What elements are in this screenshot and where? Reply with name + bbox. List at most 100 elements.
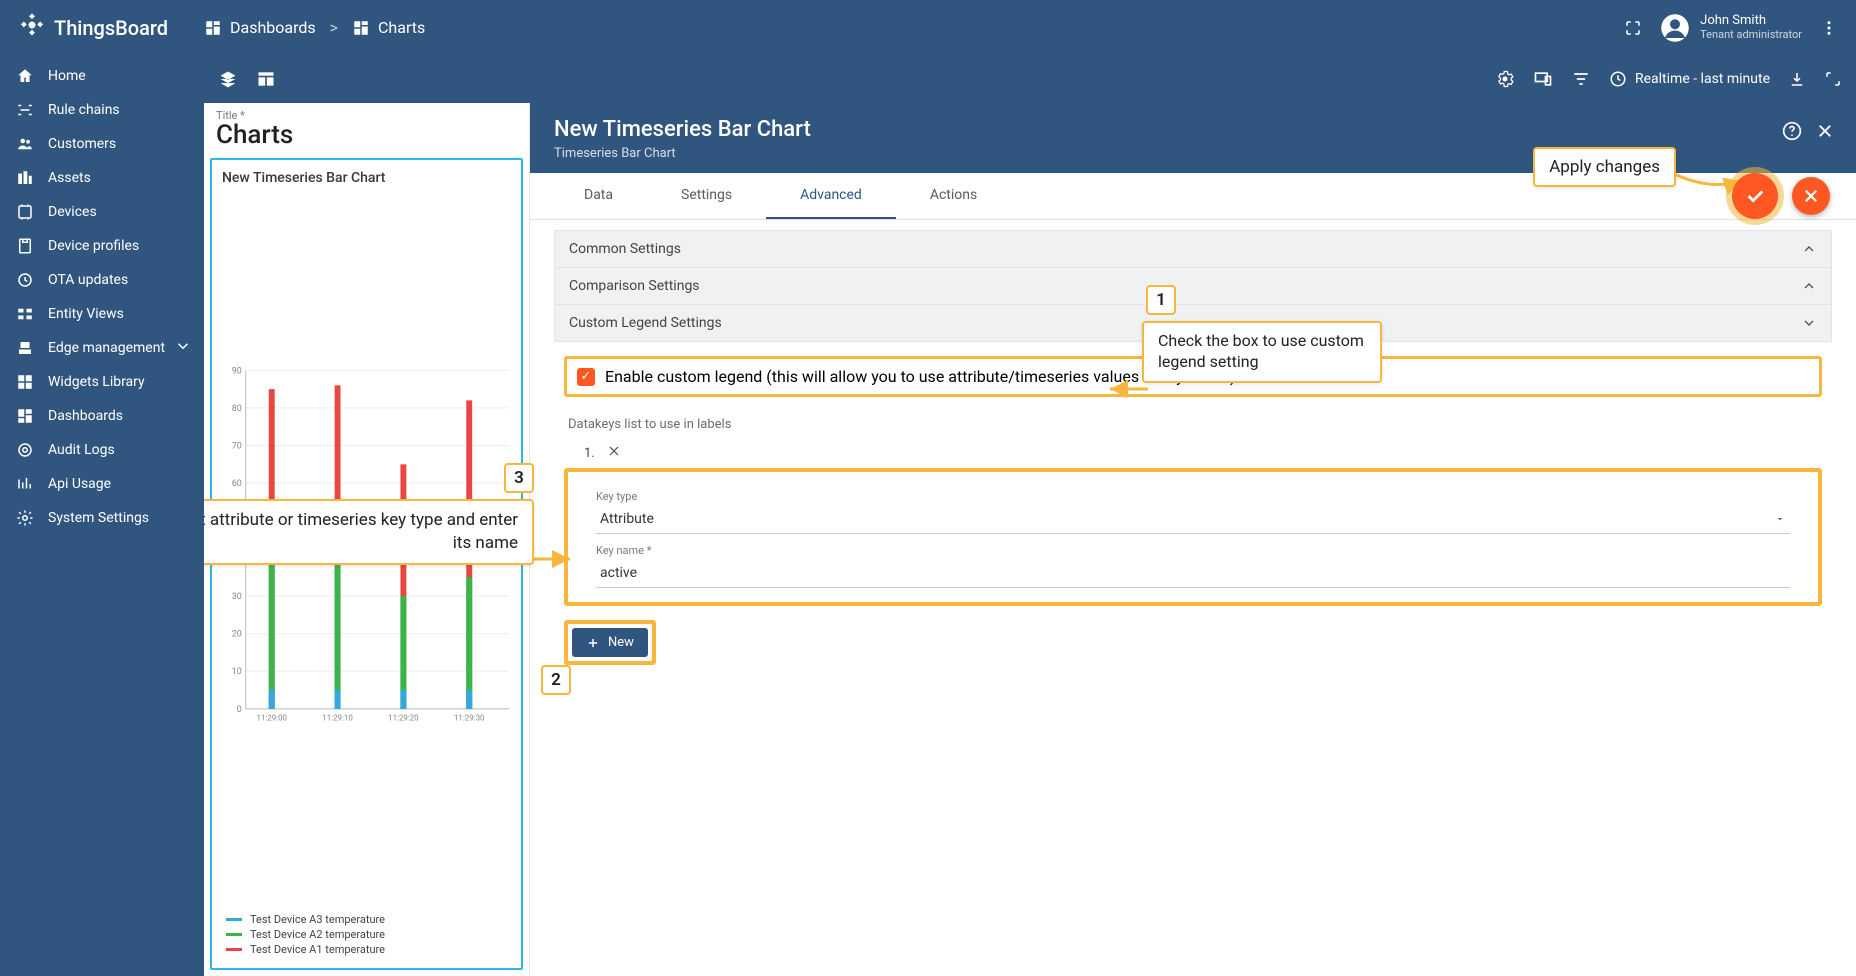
svg-text:60: 60	[232, 479, 242, 489]
tab-settings[interactable]: Settings	[647, 173, 766, 219]
app-logo[interactable]: ThingsBoard	[18, 11, 204, 44]
svg-text:11:29:10: 11:29:10	[322, 714, 353, 723]
legend-item: Test Device A2 temperature	[226, 928, 515, 941]
dashboard-title-field[interactable]: Title * Charts	[204, 103, 529, 150]
help-icon[interactable]	[1782, 121, 1802, 141]
chevron-up-icon	[1801, 278, 1817, 294]
user-menu[interactable]: John Smith Tenant administrator	[1660, 13, 1802, 43]
svg-text:0: 0	[237, 705, 242, 715]
app-name: ThingsBoard	[54, 16, 168, 40]
sidebar-item-widgets-library[interactable]: Widgets Library	[0, 365, 204, 399]
sidebar-item-label: Devices	[48, 204, 97, 220]
dashboard-toolbar: Realtime - last minute	[204, 55, 1856, 103]
time-window[interactable]: Realtime - last minute	[1609, 70, 1770, 88]
sidebar-item-devices[interactable]: Devices	[0, 195, 204, 229]
fullscreen-icon[interactable]	[1624, 19, 1642, 37]
user-role: Tenant administrator	[1700, 28, 1802, 41]
avatar-icon	[1660, 13, 1690, 43]
legend-item: Test Device A1 temperature	[226, 943, 515, 956]
key-type-select[interactable]: Attribute	[596, 505, 1790, 534]
callout-apply: Apply changes	[1533, 147, 1676, 187]
svg-text:11:29:30: 11:29:30	[454, 714, 484, 723]
datakey-form: Key type Attribute Key name *	[564, 468, 1822, 606]
breadcrumb-charts[interactable]: Charts	[352, 18, 425, 37]
svg-text:90: 90	[232, 366, 242, 376]
breadcrumb: Dashboards > Charts	[204, 18, 425, 37]
widget-title: New Timeseries Bar Chart	[222, 170, 511, 186]
sidebar-item-customers[interactable]: Customers	[0, 127, 204, 161]
breadcrumb-dashboards[interactable]: Dashboards	[204, 18, 316, 37]
svg-text:30: 30	[232, 592, 242, 602]
section-label: Custom Legend Settings	[569, 315, 722, 331]
tab-actions[interactable]: Actions	[896, 173, 1011, 219]
check-icon	[1744, 185, 1766, 207]
svg-text:10: 10	[232, 667, 242, 677]
sidebar-item-entity-views[interactable]: Entity Views	[0, 297, 204, 331]
apply-changes-button[interactable]	[1732, 173, 1778, 219]
svg-text:11:29:20: 11:29:20	[388, 714, 418, 723]
clock-icon	[1609, 70, 1627, 88]
sidebar-item-label: Home	[48, 68, 86, 84]
sidebar-item-edge-management[interactable]: Edge management	[0, 331, 204, 365]
chart-legend: Test Device A3 temperature Test Device A2…	[218, 911, 515, 958]
datakey-index: 1.	[584, 446, 595, 461]
sidebar: Home Rule chains Customers Assets Device…	[0, 55, 204, 976]
callout-step3: Select attribute or timeseries key type …	[204, 499, 534, 565]
key-name-input[interactable]	[596, 559, 1790, 588]
sidebar-item-dashboards[interactable]: Dashboards	[0, 399, 204, 433]
sidebar-item-device-profiles[interactable]: Device profiles	[0, 229, 204, 263]
breadcrumb-item-label: Dashboards	[230, 18, 316, 37]
sidebar-item-rule-chains[interactable]: Rule chains	[0, 93, 204, 127]
section-comparison-settings[interactable]: Comparison Settings	[554, 268, 1832, 305]
key-name-label: Key name *	[596, 544, 1790, 557]
widget-editor: New Timeseries Bar Chart Timeseries Bar …	[530, 103, 1856, 976]
dashboard-icon	[204, 19, 222, 37]
sidebar-item-label: Assets	[48, 170, 91, 186]
kebab-menu-icon[interactable]	[1820, 19, 1838, 37]
sidebar-item-label: Rule chains	[48, 102, 120, 118]
sidebar-item-label: Edge management	[48, 340, 165, 356]
remove-datakey-icon[interactable]	[607, 444, 621, 462]
settings-icon[interactable]	[1495, 69, 1515, 89]
filter-icon[interactable]	[1571, 69, 1591, 89]
tab-data[interactable]: Data	[550, 173, 647, 219]
svg-text:70: 70	[232, 442, 242, 452]
grid-view-icon[interactable]	[256, 69, 276, 89]
legend-item: Test Device A3 temperature	[226, 913, 515, 926]
chevron-down-icon	[174, 337, 192, 359]
tab-advanced[interactable]: Advanced	[766, 173, 896, 219]
callout-badge-1: 1	[1146, 285, 1176, 315]
layers-icon[interactable]	[218, 69, 238, 89]
sidebar-item-api-usage[interactable]: Api Usage	[0, 467, 204, 501]
sidebar-item-label: Dashboards	[48, 408, 123, 424]
sidebar-item-system-settings[interactable]: System Settings	[0, 501, 204, 535]
close-editor-icon[interactable]	[1816, 122, 1834, 140]
sidebar-item-assets[interactable]: Assets	[0, 161, 204, 195]
plus-icon	[586, 636, 600, 650]
close-icon	[1802, 187, 1820, 205]
callout-badge-3: 3	[504, 463, 534, 493]
sidebar-item-home[interactable]: Home	[0, 59, 204, 93]
devices-icon[interactable]	[1533, 69, 1553, 89]
key-type-label: Key type	[596, 490, 1790, 503]
add-new-datakey-button[interactable]: New	[572, 628, 648, 657]
breadcrumb-separator: >	[330, 18, 338, 37]
section-common-settings[interactable]: Common Settings	[554, 230, 1832, 268]
sidebar-item-label: System Settings	[48, 510, 149, 526]
download-icon[interactable]	[1788, 70, 1806, 88]
chevron-down-icon	[1801, 315, 1817, 331]
sidebar-item-label: Widgets Library	[48, 374, 145, 390]
section-label: Comparison Settings	[569, 278, 700, 294]
cancel-changes-button[interactable]	[1792, 177, 1830, 215]
sidebar-item-label: Api Usage	[48, 476, 111, 492]
sidebar-item-ota-updates[interactable]: OTA updates	[0, 263, 204, 297]
app-bar: ThingsBoard Dashboards > Charts John Smi…	[0, 0, 1856, 55]
expand-icon[interactable]	[1824, 70, 1842, 88]
datakeys-heading: Datakeys list to use in labels	[568, 417, 1818, 432]
dropdown-caret-icon	[1774, 513, 1786, 525]
sidebar-item-label: OTA updates	[48, 272, 128, 288]
section-label: Common Settings	[569, 241, 681, 257]
sidebar-item-label: Customers	[48, 136, 116, 152]
svg-text:80: 80	[232, 404, 242, 414]
sidebar-item-audit-logs[interactable]: Audit Logs	[0, 433, 204, 467]
